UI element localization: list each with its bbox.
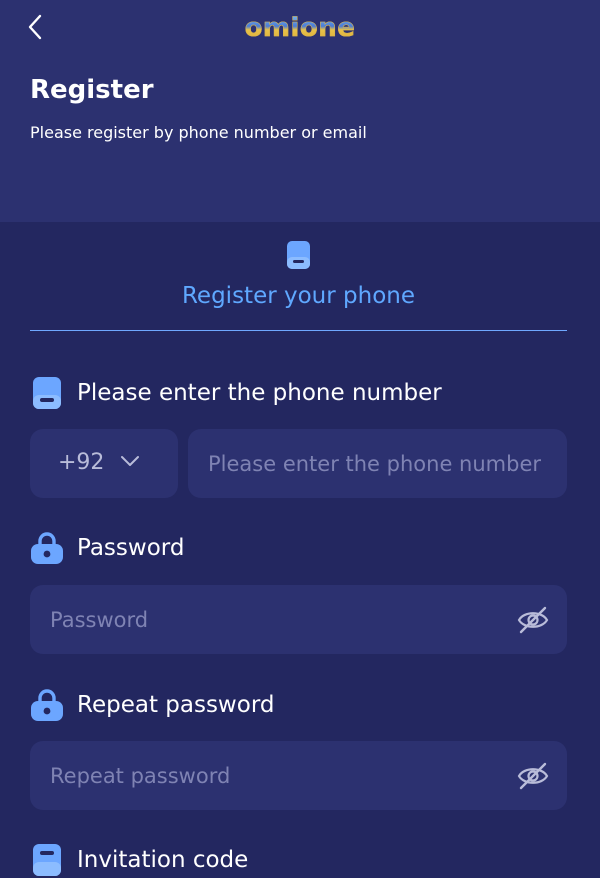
password-label-text: Password — [77, 535, 185, 561]
password-input-box — [30, 585, 567, 654]
repeat-password-input-box — [30, 741, 567, 810]
header: omione Register Please register by phone… — [0, 0, 600, 222]
tab-label: Register your phone — [181, 283, 415, 309]
logo-text: omione — [240, 10, 360, 46]
page-title: Register — [30, 75, 154, 105]
invitation-code-label-text: Invitation code — [77, 847, 249, 873]
phone-label-text: Please enter the phone number — [77, 380, 442, 406]
eye-off-icon[interactable] — [517, 605, 549, 635]
password-label: Password — [30, 530, 184, 566]
country-code: +92 — [58, 450, 105, 475]
logo: omione — [240, 10, 360, 46]
invitation-icon — [30, 843, 64, 877]
repeat-password-input[interactable] — [50, 741, 490, 810]
back-button[interactable] — [20, 12, 50, 42]
eye-off-icon[interactable] — [517, 761, 549, 791]
chevron-down-icon — [121, 456, 139, 466]
chevron-left-icon — [28, 14, 42, 40]
phone-icon — [30, 376, 64, 410]
country-code-select[interactable]: +92 — [30, 429, 178, 498]
invitation-code-label: Invitation code — [30, 842, 248, 878]
phone-label: Please enter the phone number — [30, 375, 442, 411]
repeat-password-label-text: Repeat password — [77, 692, 275, 718]
phone-input-box — [188, 429, 567, 498]
phone-input[interactable] — [208, 429, 553, 498]
phone-icon — [287, 241, 310, 269]
lock-icon — [30, 531, 64, 565]
password-input[interactable] — [50, 585, 490, 654]
page-subtitle: Please register by phone number or email — [30, 123, 367, 142]
lock-icon — [30, 688, 64, 722]
tab-register-phone[interactable]: Register your phone — [30, 236, 567, 331]
repeat-password-label: Repeat password — [30, 687, 274, 723]
